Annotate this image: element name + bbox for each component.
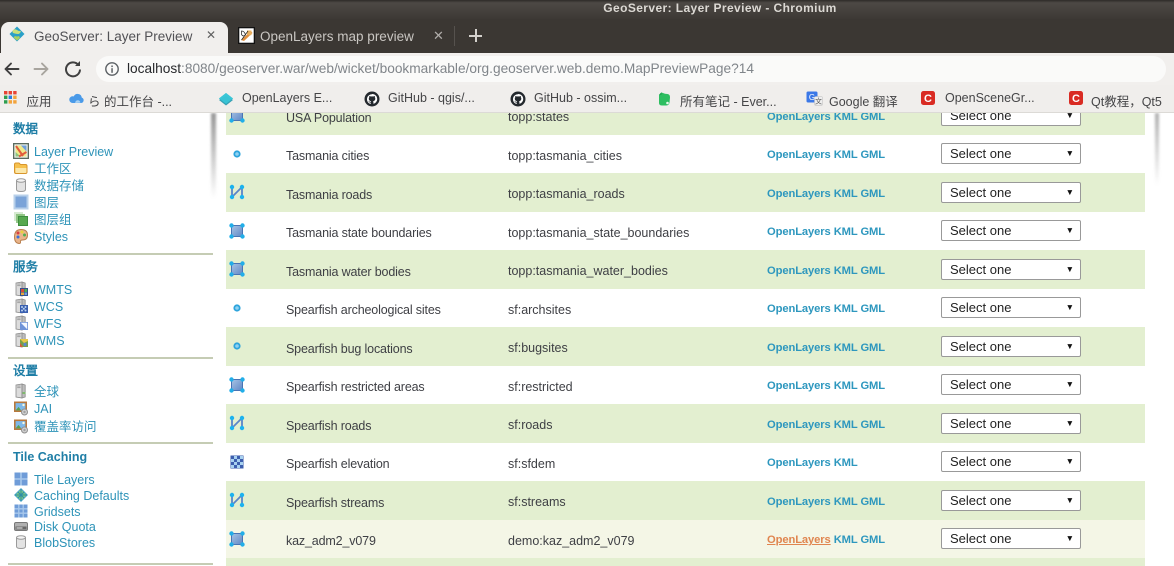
svg-text:文: 文 xyxy=(815,97,822,106)
svg-text:C: C xyxy=(924,93,932,105)
svg-text:C: C xyxy=(1072,93,1080,105)
